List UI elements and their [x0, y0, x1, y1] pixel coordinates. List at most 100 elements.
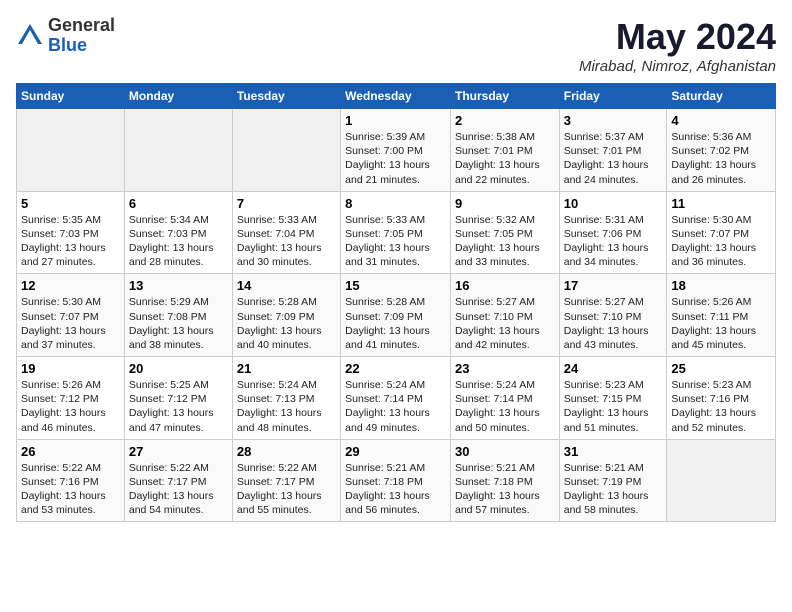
day-info: Sunrise: 5:24 AM Sunset: 7:14 PM Dayligh… [455, 378, 555, 435]
day-number: 11 [671, 196, 771, 211]
calendar-cell: 22Sunrise: 5:24 AM Sunset: 7:14 PM Dayli… [341, 357, 451, 440]
day-info: Sunrise: 5:22 AM Sunset: 7:17 PM Dayligh… [237, 461, 336, 518]
calendar-header-cell: Friday [559, 84, 667, 109]
calendar-header-cell: Tuesday [232, 84, 340, 109]
calendar-cell: 17Sunrise: 5:27 AM Sunset: 7:10 PM Dayli… [559, 274, 667, 357]
day-number: 22 [345, 361, 446, 376]
title-block: May 2024 Mirabad, Nimroz, Afghanistan [579, 16, 776, 75]
calendar-cell: 24Sunrise: 5:23 AM Sunset: 7:15 PM Dayli… [559, 357, 667, 440]
calendar-week-row: 12 Sunrise: 5:30 AM Sunset: 7:07 PM Dayli… [17, 274, 776, 357]
calendar-cell: 12 Sunrise: 5:30 AM Sunset: 7:07 PM Dayli… [17, 274, 125, 357]
calendar-week-row: 1Sunrise: 5:39 AM Sunset: 7:00 PM Daylig… [17, 109, 776, 192]
calendar-cell: 23 Sunrise: 5:24 AM Sunset: 7:14 PM Dayli… [450, 357, 559, 440]
day-number: 8 [345, 196, 446, 211]
day-number: 2 [455, 113, 555, 128]
day-number: 17 [564, 278, 663, 293]
day-number: 16 [455, 278, 555, 293]
day-info: Sunrise: 5:22 AM Sunset: 7:16 PM Dayligh… [21, 461, 120, 518]
day-info: Sunrise: 5:28 AM Sunset: 7:09 PM Dayligh… [237, 295, 336, 352]
calendar-body: 1Sunrise: 5:39 AM Sunset: 7:00 PM Daylig… [17, 109, 776, 522]
day-info: Sunrise: 5:35 AM Sunset: 7:03 PM Dayligh… [21, 213, 120, 270]
day-info: Sunrise: 5:37 AM Sunset: 7:01 PM Dayligh… [564, 130, 663, 187]
day-number: 27 [129, 444, 228, 459]
day-number: 9 [455, 196, 555, 211]
logo-blue: Blue [48, 36, 115, 56]
calendar-cell: 19Sunrise: 5:26 AM Sunset: 7:12 PM Dayli… [17, 357, 125, 440]
calendar-cell: 9Sunrise: 5:32 AM Sunset: 7:05 PM Daylig… [450, 191, 559, 274]
calendar-cell: 15Sunrise: 5:28 AM Sunset: 7:09 PM Dayli… [341, 274, 451, 357]
day-number: 20 [129, 361, 228, 376]
day-number: 25 [671, 361, 771, 376]
day-number: 7 [237, 196, 336, 211]
day-number: 12 [21, 278, 120, 293]
calendar-header-cell: Saturday [667, 84, 776, 109]
day-info: Sunrise: 5:21 AM Sunset: 7:19 PM Dayligh… [564, 461, 663, 518]
day-number: 14 [237, 278, 336, 293]
calendar-cell: 21 Sunrise: 5:24 AM Sunset: 7:13 PM Dayli… [232, 357, 340, 440]
calendar-header-cell: Wednesday [341, 84, 451, 109]
calendar-cell: 16 Sunrise: 5:27 AM Sunset: 7:10 PM Dayli… [450, 274, 559, 357]
day-info: Sunrise: 5:39 AM Sunset: 7:00 PM Dayligh… [345, 130, 446, 187]
day-info: Sunrise: 5:29 AM Sunset: 7:08 PM Dayligh… [129, 295, 228, 352]
calendar-cell [124, 109, 232, 192]
day-info: Sunrise: 5:23 AM Sunset: 7:15 PM Dayligh… [564, 378, 663, 435]
calendar-cell: 30Sunrise: 5:21 AM Sunset: 7:18 PM Dayli… [450, 439, 559, 522]
day-number: 19 [21, 361, 120, 376]
calendar-header-cell: Sunday [17, 84, 125, 109]
day-number: 26 [21, 444, 120, 459]
logo-icon [16, 22, 44, 50]
day-info: Sunrise: 5:22 AM Sunset: 7:17 PM Dayligh… [129, 461, 228, 518]
calendar-week-row: 5 Sunrise: 5:35 AM Sunset: 7:03 PM Daylig… [17, 191, 776, 274]
day-number: 13 [129, 278, 228, 293]
day-info: Sunrise: 5:30 AM Sunset: 7:07 PM Dayligh… [21, 295, 120, 352]
calendar-cell [667, 439, 776, 522]
calendar-header-cell: Thursday [450, 84, 559, 109]
day-number: 6 [129, 196, 228, 211]
logo-general: General [48, 16, 115, 36]
calendar-cell: 10 Sunrise: 5:31 AM Sunset: 7:06 PM Dayli… [559, 191, 667, 274]
calendar-cell: 13 Sunrise: 5:29 AM Sunset: 7:08 PM Dayli… [124, 274, 232, 357]
calendar-cell: 25 Sunrise: 5:23 AM Sunset: 7:16 PM Dayli… [667, 357, 776, 440]
calendar-cell: 31 Sunrise: 5:21 AM Sunset: 7:19 PM Dayli… [559, 439, 667, 522]
day-number: 5 [21, 196, 120, 211]
day-number: 18 [671, 278, 771, 293]
calendar-cell: 4Sunrise: 5:36 AM Sunset: 7:02 PM Daylig… [667, 109, 776, 192]
calendar-cell: 5 Sunrise: 5:35 AM Sunset: 7:03 PM Daylig… [17, 191, 125, 274]
logo-text: General Blue [48, 16, 115, 56]
day-number: 28 [237, 444, 336, 459]
calendar-cell [232, 109, 340, 192]
day-number: 30 [455, 444, 555, 459]
calendar-table: SundayMondayTuesdayWednesdayThursdayFrid… [16, 83, 776, 522]
day-info: Sunrise: 5:24 AM Sunset: 7:13 PM Dayligh… [237, 378, 336, 435]
day-info: Sunrise: 5:38 AM Sunset: 7:01 PM Dayligh… [455, 130, 555, 187]
calendar-cell: 14 Sunrise: 5:28 AM Sunset: 7:09 PM Dayli… [232, 274, 340, 357]
day-info: Sunrise: 5:31 AM Sunset: 7:06 PM Dayligh… [564, 213, 663, 270]
day-info: Sunrise: 5:23 AM Sunset: 7:16 PM Dayligh… [671, 378, 771, 435]
day-number: 15 [345, 278, 446, 293]
calendar-cell: 8 Sunrise: 5:33 AM Sunset: 7:05 PM Daylig… [341, 191, 451, 274]
calendar-header-row: SundayMondayTuesdayWednesdayThursdayFrid… [17, 84, 776, 109]
day-number: 31 [564, 444, 663, 459]
calendar-week-row: 19Sunrise: 5:26 AM Sunset: 7:12 PM Dayli… [17, 357, 776, 440]
page-header: General Blue May 2024 Mirabad, Nimroz, A… [16, 16, 776, 75]
calendar-cell: 28 Sunrise: 5:22 AM Sunset: 7:17 PM Dayli… [232, 439, 340, 522]
calendar-header-cell: Monday [124, 84, 232, 109]
day-number: 21 [237, 361, 336, 376]
calendar-cell: 6 Sunrise: 5:34 AM Sunset: 7:03 PM Daylig… [124, 191, 232, 274]
calendar-week-row: 26 Sunrise: 5:22 AM Sunset: 7:16 PM Dayli… [17, 439, 776, 522]
day-number: 23 [455, 361, 555, 376]
day-info: Sunrise: 5:21 AM Sunset: 7:18 PM Dayligh… [345, 461, 446, 518]
calendar-cell: 2 Sunrise: 5:38 AM Sunset: 7:01 PM Daylig… [450, 109, 559, 192]
day-number: 10 [564, 196, 663, 211]
calendar-cell: 7 Sunrise: 5:33 AM Sunset: 7:04 PM Daylig… [232, 191, 340, 274]
month-title: May 2024 [579, 16, 776, 58]
day-info: Sunrise: 5:33 AM Sunset: 7:05 PM Dayligh… [345, 213, 446, 270]
calendar-cell: 11Sunrise: 5:30 AM Sunset: 7:07 PM Dayli… [667, 191, 776, 274]
day-info: Sunrise: 5:34 AM Sunset: 7:03 PM Dayligh… [129, 213, 228, 270]
day-number: 4 [671, 113, 771, 128]
calendar-cell: 3Sunrise: 5:37 AM Sunset: 7:01 PM Daylig… [559, 109, 667, 192]
location: Mirabad, Nimroz, Afghanistan [579, 58, 776, 75]
day-info: Sunrise: 5:33 AM Sunset: 7:04 PM Dayligh… [237, 213, 336, 270]
calendar-cell: 27 Sunrise: 5:22 AM Sunset: 7:17 PM Dayli… [124, 439, 232, 522]
day-info: Sunrise: 5:27 AM Sunset: 7:10 PM Dayligh… [455, 295, 555, 352]
